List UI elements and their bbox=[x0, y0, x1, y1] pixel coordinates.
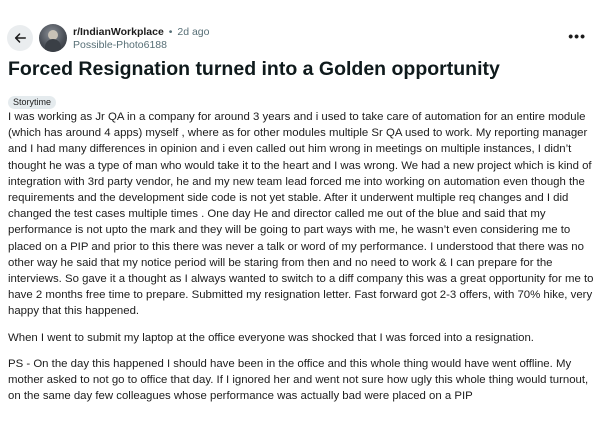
post-age: 2d ago bbox=[177, 26, 210, 38]
author-link[interactable]: Possible-Photo6188 bbox=[73, 39, 210, 52]
subreddit-avatar[interactable] bbox=[39, 24, 67, 52]
post-paragraph: PS - On the day this happened I should h… bbox=[8, 357, 589, 403]
post-title: Forced Resignation turned into a Golden … bbox=[8, 58, 500, 80]
arrow-left-icon bbox=[14, 33, 26, 43]
separator-dot: • bbox=[168, 26, 173, 38]
back-button[interactable] bbox=[7, 25, 33, 51]
post-body: I was working as Jr QA in a company for … bbox=[8, 109, 596, 414]
post-meta: r/IndianWorkplace • 2d ago Possible-Phot… bbox=[73, 26, 210, 52]
post-paragraph: When I went to submit my laptop at the o… bbox=[8, 331, 534, 344]
post-page: r/IndianWorkplace • 2d ago Possible-Phot… bbox=[0, 0, 600, 428]
post-header: r/IndianWorkplace • 2d ago Possible-Phot… bbox=[0, 22, 600, 54]
post-paragraph: I was working as Jr QA in a company for … bbox=[8, 111, 594, 318]
more-options-button[interactable]: ••• bbox=[568, 28, 586, 44]
subreddit-link[interactable]: r/IndianWorkplace bbox=[73, 26, 164, 38]
post-flair[interactable]: Storytime bbox=[8, 96, 57, 109]
